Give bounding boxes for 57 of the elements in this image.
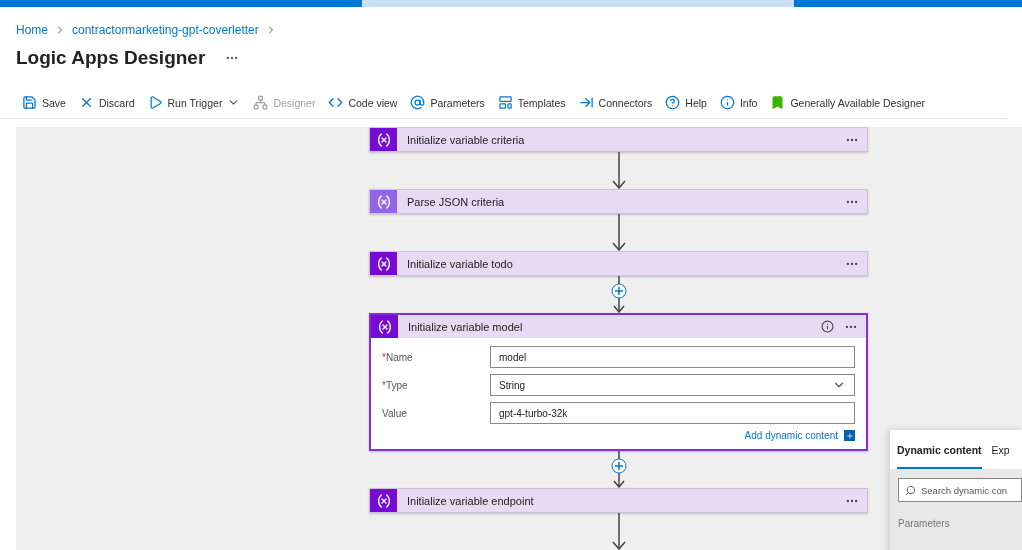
at-sign-icon <box>410 95 426 110</box>
field-label: Value <box>382 407 408 419</box>
play-icon <box>147 95 163 110</box>
input-field[interactable]: gpt-4-turbo-32k <box>490 402 855 424</box>
breadcrumb-link[interactable]: contractormarketing-gpt-coverletter <box>72 23 259 37</box>
code-icon <box>328 95 344 110</box>
toolbar-button[interactable]: Connectors <box>578 95 653 110</box>
bookmark-icon <box>770 95 786 110</box>
save-icon <box>22 95 37 110</box>
info-icon <box>719 95 735 110</box>
field-label: *Type <box>382 379 409 391</box>
arrow <box>611 214 626 251</box>
step-card[interactable]: Parse JSON criteria <box>369 189 868 214</box>
arrow-to-line-icon <box>578 95 594 110</box>
toolbar-button[interactable]: Templates <box>497 95 566 110</box>
step-card[interactable]: Initialize variable criteria <box>369 127 868 152</box>
layout-icon <box>497 95 513 110</box>
step-title: Parse JSON criteria <box>407 195 506 208</box>
toolbar-button[interactable]: Info <box>719 95 758 110</box>
arrow <box>611 152 626 189</box>
input-field[interactable]: model <box>490 346 855 368</box>
arrow <box>611 513 626 550</box>
add-dynamic-content-link[interactable]: Add dynamic content <box>744 430 838 441</box>
type-dropdown[interactable]: String <box>490 374 855 396</box>
field-label: *Name <box>382 351 414 363</box>
plus-icon[interactable] <box>844 430 855 441</box>
toolbar-button[interactable]: Save <box>22 95 66 110</box>
info-icon[interactable] <box>821 320 834 333</box>
toolbar-button[interactable]: Help <box>665 95 707 110</box>
section-heading: Parameters <box>898 518 951 529</box>
search-icon <box>905 484 916 496</box>
step-title: Initialize variable endpoint <box>407 494 535 507</box>
toolbar-button[interactable]: Parameters <box>410 95 485 110</box>
step-title: Initialize variable criteria <box>407 133 526 146</box>
toolbar-button[interactable]: Generally Available Designer <box>770 95 926 110</box>
search-field[interactable]: Search dynamic con <box>898 478 1022 502</box>
toolbar-button[interactable]: Discard <box>78 95 135 110</box>
step-card[interactable]: Initialize variable todo <box>369 251 868 276</box>
toolbar-button[interactable]: Run Trigger <box>147 95 241 110</box>
help-icon <box>665 95 681 110</box>
add-step-arrow[interactable] <box>610 276 627 313</box>
step-title: Initialize variable todo <box>407 257 514 270</box>
step-card[interactable]: Initialize variable endpoint <box>369 488 868 513</box>
hierarchy-icon <box>253 95 269 110</box>
variable-icon <box>376 318 393 335</box>
step-title: Initialize variable model <box>408 320 524 333</box>
search-field[interactable] <box>362 0 794 7</box>
step-card[interactable]: Initialize variable model *Name model *Type String Value gpt-4-turbo-32k Add dynamic content <box>369 313 868 451</box>
tab[interactable]: Exp <box>991 444 1010 469</box>
toolbar-button[interactable]: Code view <box>328 95 398 110</box>
variable-icon <box>375 193 392 210</box>
page-title: Logic Apps Designer <box>16 47 206 69</box>
breadcrumb-link[interactable]: Home <box>16 23 48 37</box>
variable-icon <box>375 492 392 509</box>
variable-icon <box>375 131 392 148</box>
variable-icon <box>375 255 392 272</box>
add-step-arrow[interactable] <box>610 451 627 488</box>
